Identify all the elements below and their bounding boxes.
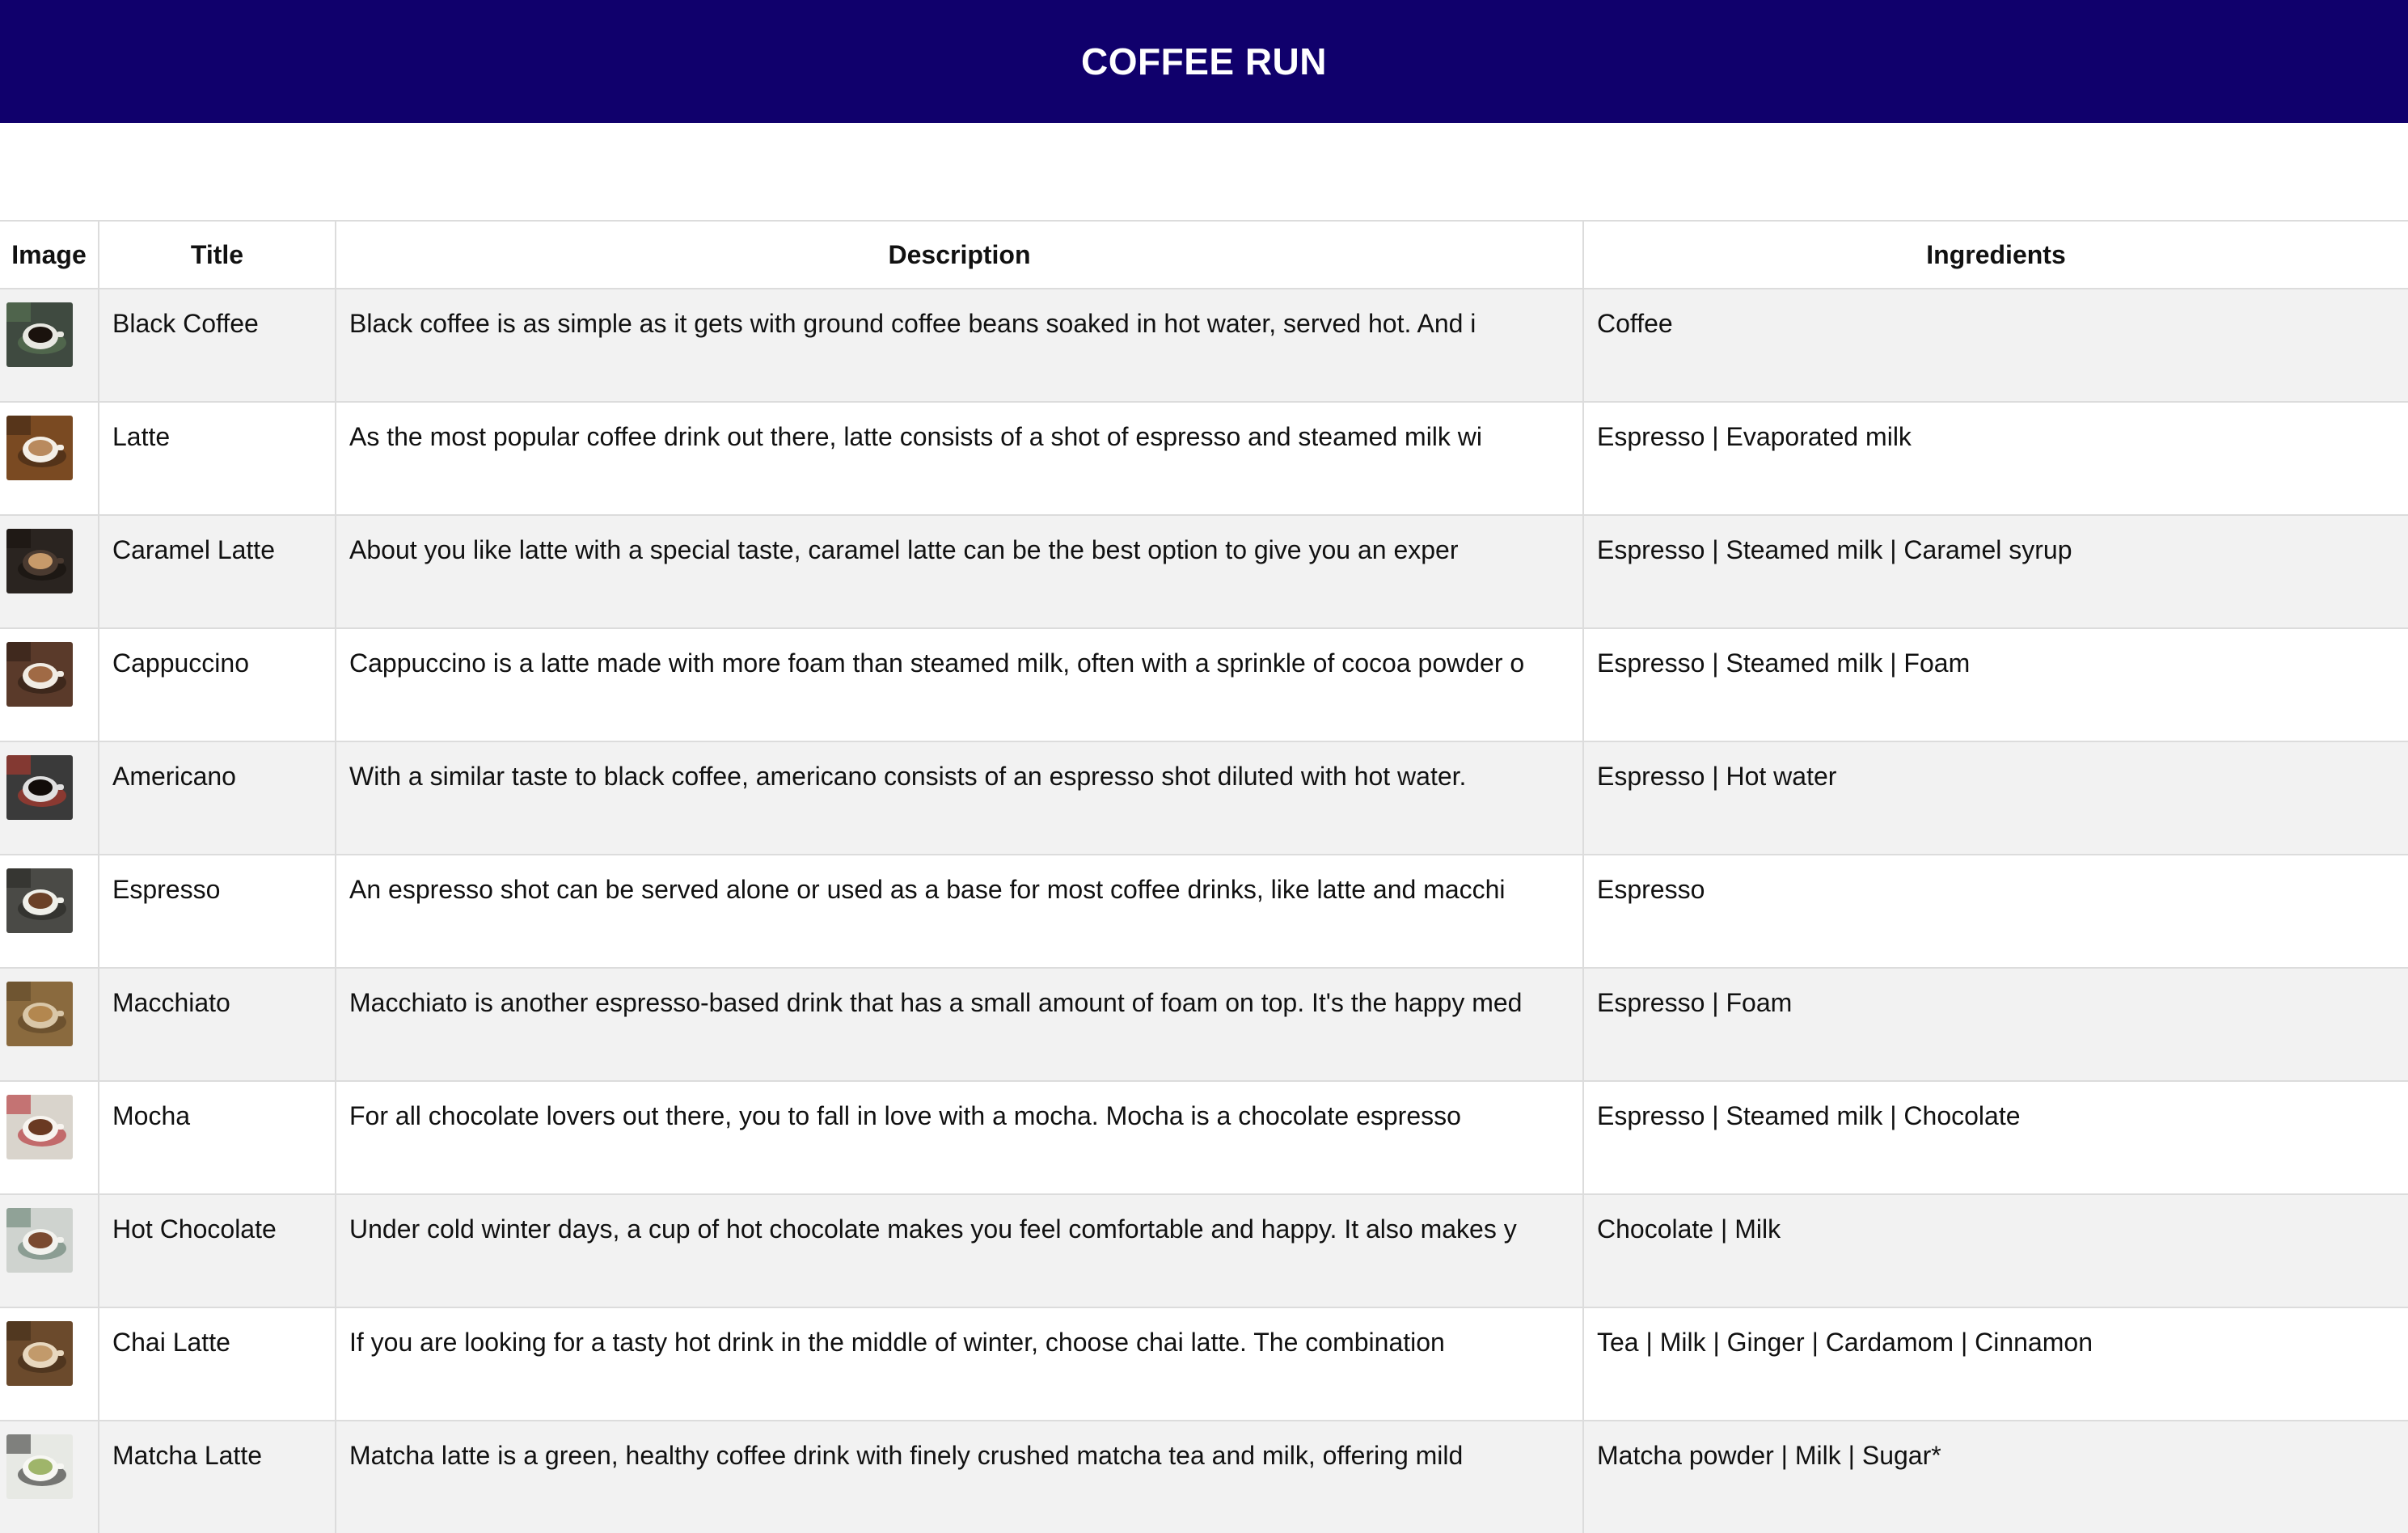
description-cell: Macchiato is another espresso-based drin… bbox=[335, 967, 1583, 1081]
ingredients-cell: Espresso | Evaporated milk bbox=[1582, 401, 2408, 515]
image-cell bbox=[0, 967, 99, 1081]
ingredients-cell: Espresso | Hot water bbox=[1582, 741, 2408, 855]
image-cell bbox=[0, 514, 99, 628]
description-cell: Matcha latte is a green, healthy coffee … bbox=[335, 1420, 1583, 1533]
description-cell: For all chocolate lovers out there, you … bbox=[335, 1080, 1583, 1194]
table-body: Black Coffee Black coffee is as simple as… bbox=[0, 288, 2408, 1533]
description-cell: Cappuccino is a latte made with more foa… bbox=[335, 627, 1583, 741]
description-cell: Black coffee is as simple as it gets wit… bbox=[335, 288, 1583, 402]
ingredients-cell: Chocolate | Milk bbox=[1582, 1193, 2408, 1307]
table-row: Latte As the most popular coffee drink ou… bbox=[0, 401, 2408, 515]
table-row: Chai Latte If you are looking for a tasty… bbox=[0, 1307, 2408, 1421]
image-cell bbox=[0, 741, 99, 855]
title-cell: Chai Latte bbox=[98, 1307, 336, 1421]
table-row: Espresso An espresso shot can be served a… bbox=[0, 854, 2408, 968]
table-row: Americano With a similar taste to black c… bbox=[0, 741, 2408, 855]
description-cell: An espresso shot can be served alone or … bbox=[335, 854, 1583, 968]
title-cell: Hot Chocolate bbox=[98, 1193, 336, 1307]
table-row: Black Coffee Black coffee is as simple as… bbox=[0, 288, 2408, 402]
ingredients-cell: Espresso bbox=[1582, 854, 2408, 968]
table-row: Caramel Latte About you like latte with a… bbox=[0, 514, 2408, 628]
title-cell: Macchiato bbox=[98, 967, 336, 1081]
image-cell bbox=[0, 1307, 99, 1421]
ingredients-cell: Tea | Milk | Ginger | Cardamom | Cinnamo… bbox=[1582, 1307, 2408, 1421]
macchiato-photo bbox=[6, 982, 73, 1046]
title-cell: Cappuccino bbox=[98, 627, 336, 741]
image-cell bbox=[0, 854, 99, 968]
table-row: Macchiato Macchiato is another espresso-b… bbox=[0, 967, 2408, 1081]
title-cell: Americano bbox=[98, 741, 336, 855]
matcha-latte-photo bbox=[6, 1434, 73, 1499]
table-row: Cappuccino Cappuccino is a latte made wit… bbox=[0, 627, 2408, 741]
espresso-photo bbox=[6, 868, 73, 933]
hot-chocolate-photo bbox=[6, 1208, 73, 1273]
title-cell: Matcha Latte bbox=[98, 1420, 336, 1533]
ingredients-cell: Espresso | Steamed milk | Caramel syrup bbox=[1582, 514, 2408, 628]
app-header: COFFEE RUN bbox=[0, 0, 2408, 123]
description-cell: As the most popular coffee drink out the… bbox=[335, 401, 1583, 515]
ingredients-cell: Espresso | Steamed milk | Chocolate bbox=[1582, 1080, 2408, 1194]
cappuccino-photo bbox=[6, 642, 73, 707]
ingredients-cell: Coffee bbox=[1582, 288, 2408, 402]
ingredients-cell: Espresso | Foam bbox=[1582, 967, 2408, 1081]
coffee-table: Image Title Description Ingredients Blac… bbox=[0, 220, 2408, 1533]
table-row: Mocha For all chocolate lovers out there,… bbox=[0, 1080, 2408, 1194]
description-cell: With a similar taste to black coffee, am… bbox=[335, 741, 1583, 855]
title-cell: Latte bbox=[98, 401, 336, 515]
title-cell: Black Coffee bbox=[98, 288, 336, 402]
table-row: Matcha Latte Matcha latte is a green, hea… bbox=[0, 1420, 2408, 1533]
black-coffee-photo bbox=[6, 302, 73, 367]
mocha-photo bbox=[6, 1095, 73, 1159]
column-header-ingredients: Ingredients bbox=[1582, 220, 2408, 289]
americano-photo bbox=[6, 755, 73, 820]
description-cell: If you are looking for a tasty hot drink… bbox=[335, 1307, 1583, 1421]
title-cell: Mocha bbox=[98, 1080, 336, 1194]
image-cell bbox=[0, 627, 99, 741]
image-cell bbox=[0, 1420, 99, 1533]
chai-latte-photo bbox=[6, 1321, 73, 1386]
image-cell bbox=[0, 401, 99, 515]
title-cell: Caramel Latte bbox=[98, 514, 336, 628]
image-cell bbox=[0, 1193, 99, 1307]
table-row: Hot Chocolate Under cold winter days, a c… bbox=[0, 1193, 2408, 1307]
table-header-row: Image Title Description Ingredients bbox=[0, 220, 2408, 289]
caramel-latte-photo bbox=[6, 529, 73, 593]
image-cell bbox=[0, 288, 99, 402]
description-cell: About you like latte with a special tast… bbox=[335, 514, 1583, 628]
header-spacer bbox=[0, 123, 2408, 220]
title-cell: Espresso bbox=[98, 854, 336, 968]
image-cell bbox=[0, 1080, 99, 1194]
column-header-description: Description bbox=[335, 220, 1583, 289]
description-cell: Under cold winter days, a cup of hot cho… bbox=[335, 1193, 1583, 1307]
ingredients-cell: Espresso | Steamed milk | Foam bbox=[1582, 627, 2408, 741]
column-header-image: Image bbox=[0, 220, 99, 289]
latte-photo bbox=[6, 416, 73, 480]
app-title: COFFEE RUN bbox=[1081, 40, 1327, 82]
column-header-title: Title bbox=[98, 220, 336, 289]
ingredients-cell: Matcha powder | Milk | Sugar* bbox=[1582, 1420, 2408, 1533]
